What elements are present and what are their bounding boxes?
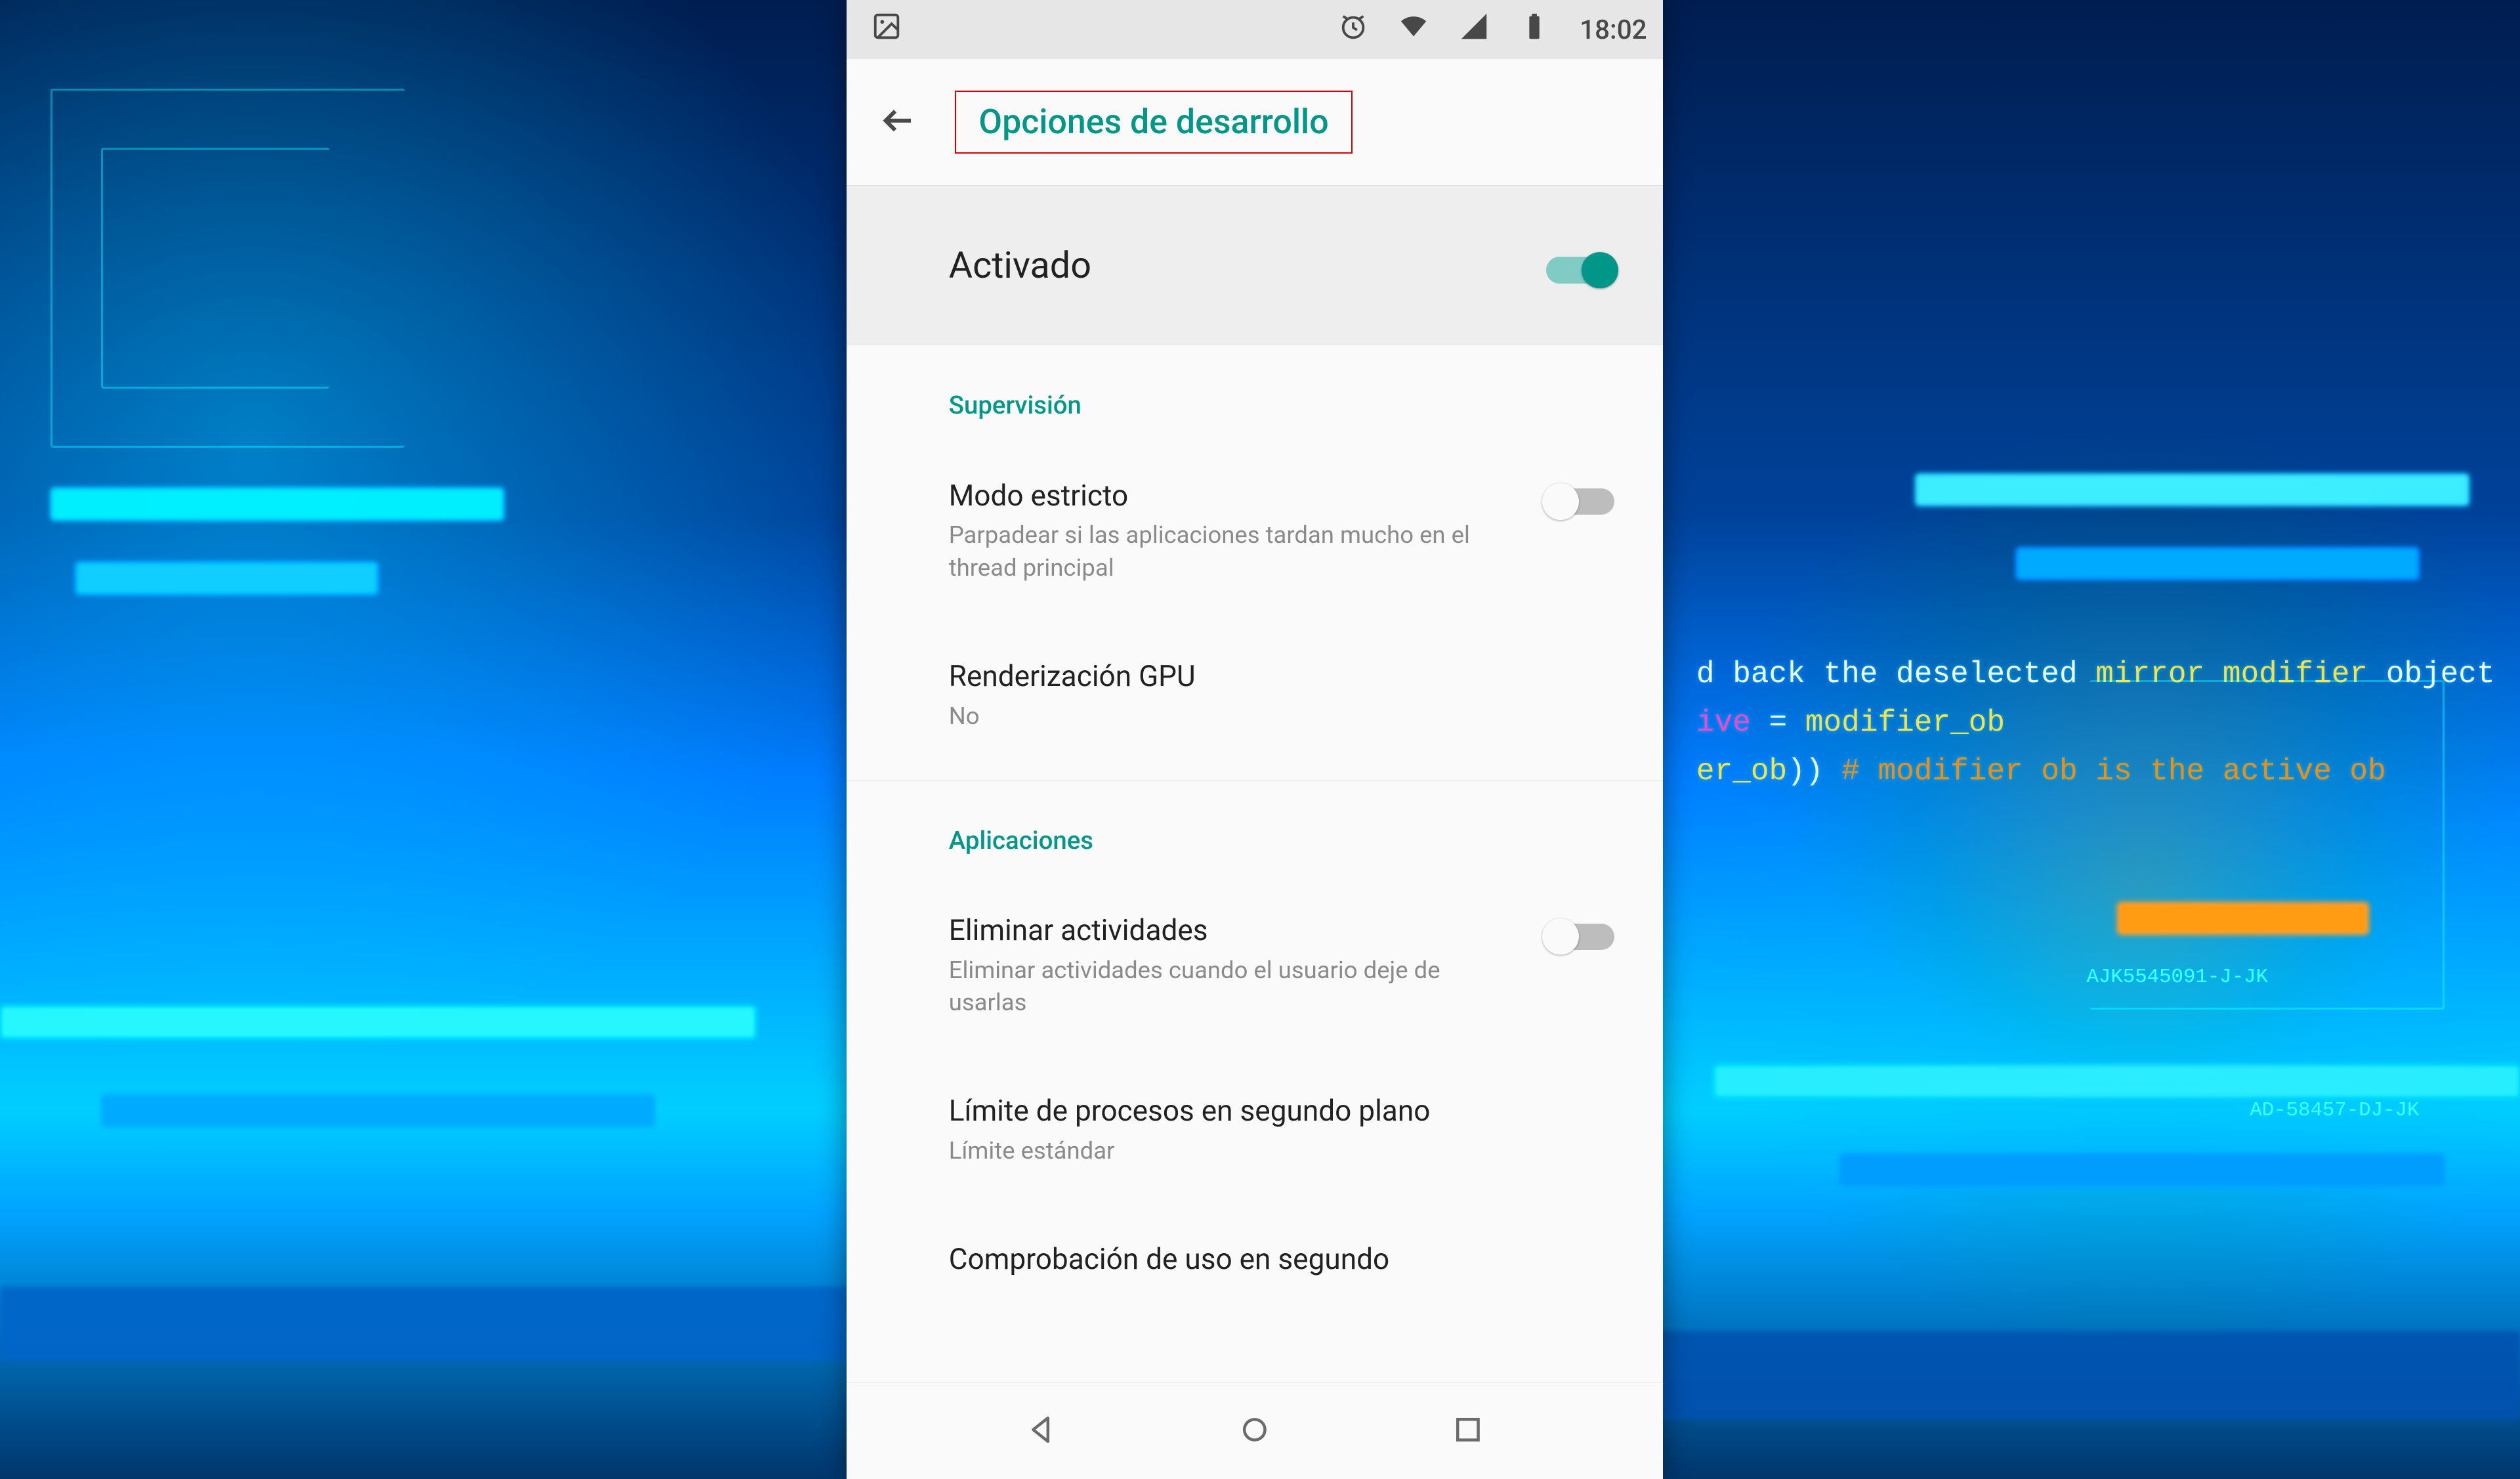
navigation-bar (847, 1383, 1663, 1479)
wallpaper-serial-1: AJK5545091-J-JK (2086, 961, 2268, 993)
item-title: Límite de procesos en segundo plano (949, 1094, 1614, 1128)
status-clock: 18:02 (1580, 14, 1647, 45)
master-toggle-switch[interactable] (1546, 257, 1614, 283)
settings-list[interactable]: Activado Supervisión Modo estricto Parpa… (847, 186, 1663, 1383)
item-bg-process-limit[interactable]: Límite de procesos en segundo plano Lími… (847, 1056, 1663, 1205)
wallpaper-code-text: d back the deselected mirror modifier ob… (1696, 651, 2495, 796)
section-supervision: Supervisión (847, 345, 1663, 440)
item-title: Comprobación de uso en segundo (949, 1242, 1614, 1276)
section-apps: Aplicaciones (847, 781, 1663, 876)
item-desc: Eliminar actividades cuando el usuario d… (949, 954, 1520, 1019)
back-button[interactable] (879, 102, 917, 142)
nav-home-button[interactable] (1237, 1412, 1272, 1450)
phone-frame: 18:02 Opciones de desarrollo Activado Su… (847, 0, 1663, 1479)
item-title: Modo estricto (949, 479, 1520, 513)
item-desc: Límite estándar (949, 1134, 1614, 1167)
status-bar: 18:02 (847, 0, 1663, 59)
title-highlight-box: Opciones de desarrollo (955, 91, 1353, 154)
nav-back-button[interactable] (1024, 1412, 1060, 1450)
alarm-icon (1338, 11, 1368, 48)
nav-recent-button[interactable] (1450, 1412, 1486, 1450)
item-title: Renderización GPU (949, 659, 1614, 693)
battery-icon (1519, 11, 1549, 48)
item-strict-mode[interactable]: Modo estricto Parpadear si las aplicacio… (847, 440, 1663, 621)
kill-activities-switch[interactable] (1546, 924, 1614, 950)
strict-mode-switch[interactable] (1546, 488, 1614, 515)
item-desc: Parpadear si las aplicaciones tardan muc… (949, 519, 1520, 584)
master-toggle-row[interactable]: Activado (847, 186, 1663, 346)
cell-signal-icon (1459, 11, 1489, 48)
app-bar: Opciones de desarrollo (847, 59, 1663, 186)
item-kill-activities[interactable]: Eliminar actividades Eliminar actividade… (847, 876, 1663, 1056)
wifi-icon (1398, 11, 1429, 48)
item-bg-usage-check[interactable]: Comprobación de uso en segundo (847, 1205, 1663, 1283)
image-notification-icon (872, 11, 902, 48)
item-title: Eliminar actividades (949, 913, 1520, 947)
wallpaper-serial-2: AD-58457-DJ-JK (2250, 1094, 2419, 1126)
page-title: Opciones de desarrollo (978, 102, 1328, 142)
item-gpu-render[interactable]: Renderización GPU No (847, 621, 1663, 769)
master-toggle-label: Activado (949, 244, 1091, 287)
item-desc: No (949, 700, 1614, 732)
